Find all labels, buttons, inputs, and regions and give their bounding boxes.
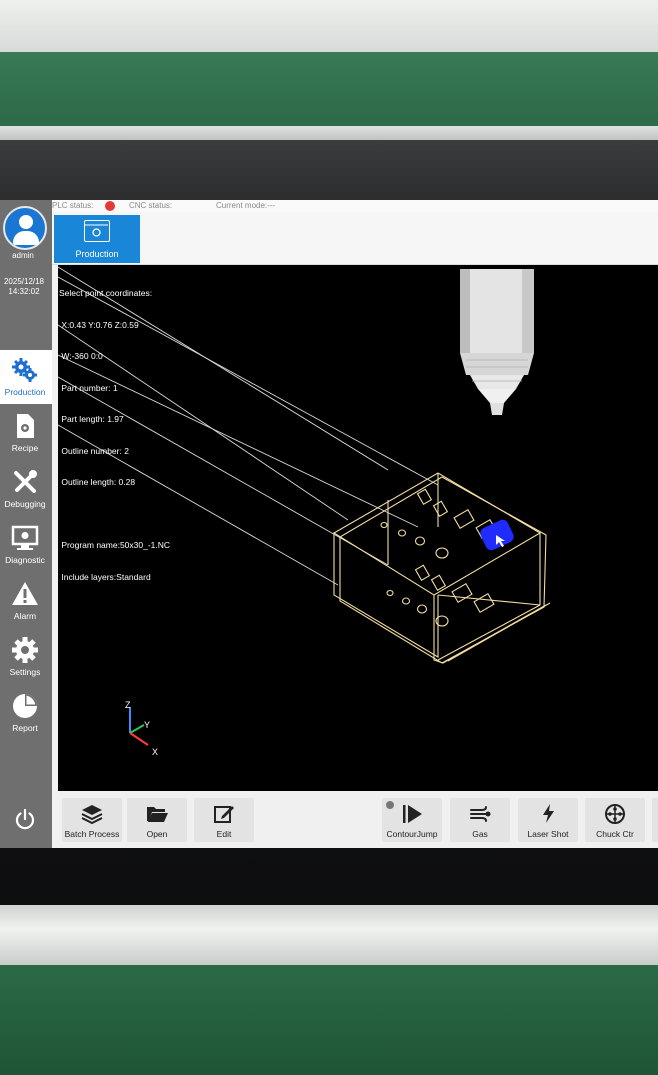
edit-label: Edit: [216, 829, 232, 839]
contour-jump-label: ContourJump: [386, 829, 438, 839]
gas-flow-icon: [470, 806, 491, 822]
laser-nozzle: [460, 269, 534, 415]
laser-shot-button[interactable]: Laser Shot: [518, 798, 578, 842]
plc-status-label: PLC status:: [52, 201, 94, 210]
nav-alarm[interactable]: Alarm: [0, 574, 52, 628]
nav-production-label: Production: [4, 387, 46, 397]
layers-icon: [81, 805, 103, 825]
monitor-top-bezel: [0, 0, 658, 52]
nav-report[interactable]: Report: [0, 686, 52, 740]
warning-icon: [12, 582, 38, 605]
info-outline-length: Outline length: 0.28: [59, 477, 136, 487]
contour-jump-indicator: [386, 801, 394, 809]
gears-icon: [12, 358, 37, 382]
chuck-center-label: Chuck Ctr: [596, 829, 634, 839]
open-button[interactable]: Open: [127, 798, 187, 842]
info-part-number: Part number: 1: [59, 382, 118, 393]
gas-button[interactable]: Gas: [450, 798, 510, 842]
bottom-toolbar: Batch Process Open Edit ContourJump Gas …: [58, 792, 658, 848]
pie-chart-icon: [13, 694, 37, 718]
clock-time: 14:32:02: [8, 287, 40, 296]
window-gear-icon: [84, 220, 110, 242]
clock-date: 2025/12/18: [3, 277, 45, 286]
selection-info-panel: Select point coordinates: X:0.43 Y:0.76 …: [59, 267, 170, 603]
current-mode-label: Current mode:---: [216, 201, 276, 210]
nav-report-label: Report: [12, 723, 38, 733]
machine-panel-bottom: [0, 965, 658, 1075]
nav-settings[interactable]: Settings: [0, 630, 52, 684]
nav-recipe-label: Recipe: [11, 443, 39, 453]
clock: 2025/12/18 14:32:02: [0, 277, 48, 297]
machine-panel-top: [0, 52, 658, 126]
edit-icon: [214, 806, 234, 823]
laser-shot-label: Laser Shot: [527, 829, 569, 839]
nav-recipe[interactable]: Recipe: [0, 406, 52, 460]
info-outline-number: Outline number: 2: [59, 445, 129, 456]
cnc-status-label: CNC status:: [129, 201, 173, 210]
info-layers: Include layers:Standard: [59, 571, 151, 582]
user-name: admin: [12, 251, 34, 260]
chuck-center-icon: [605, 804, 625, 824]
open-label: Open: [146, 829, 168, 839]
info-coordinates-xyz: X:0.43 Y:0.76 Z:0.59: [59, 319, 139, 330]
axis-z-label: Z: [125, 700, 131, 710]
nav-diagnostic[interactable]: Diagnostic: [0, 518, 52, 572]
tools-icon: [14, 470, 37, 493]
tab-production-label: Production: [75, 249, 119, 259]
part-3d-viewport[interactable]: Z Y X Select point coordinates: X:0.43 Y…: [58, 265, 658, 791]
lightning-icon: [543, 804, 554, 823]
axis-y-label: Y: [144, 720, 150, 730]
toolbar-overflow-button[interactable]: [652, 798, 658, 842]
gas-label: Gas: [472, 829, 488, 839]
play-jump-icon: [403, 805, 422, 823]
hmi-screen: admin 2025/12/18 14:32:02 Production Rec…: [0, 200, 658, 848]
plc-status-indicator: [105, 201, 115, 211]
batch-process-label: Batch Process: [64, 829, 120, 839]
edit-button[interactable]: Edit: [194, 798, 254, 842]
axis-x-label: X: [152, 747, 158, 757]
user-avatar[interactable]: [3, 206, 47, 250]
nav-production[interactable]: Production: [0, 350, 52, 404]
info-program-name: Program name:50x30_-1.NC: [59, 540, 171, 550]
tab-bar: Production: [52, 212, 658, 265]
monitor-icon: [11, 525, 39, 550]
nav-alarm-label: Alarm: [13, 611, 37, 621]
power-icon[interactable]: [14, 808, 36, 830]
tab-production[interactable]: Production: [54, 215, 140, 263]
gear-icon: [12, 637, 38, 663]
folder-icon: [147, 807, 168, 822]
nav-diagnostic-label: Diagnostic: [5, 555, 45, 565]
info-coordinates-w: W:-360 0:0: [59, 351, 103, 361]
monitor-frame-bottom: [0, 905, 658, 965]
info-select-point: Select point coordinates:: [59, 288, 153, 298]
nav-settings-label: Settings: [9, 667, 41, 677]
info-part-length: Part length: 1.97: [59, 414, 124, 424]
recipe-file-icon: [17, 414, 34, 438]
sidebar: admin 2025/12/18 14:32:02 Production Rec…: [0, 200, 52, 848]
nav-debugging[interactable]: Debugging: [0, 462, 52, 516]
nav-debugging-label: Debugging: [4, 499, 46, 509]
batch-process-button[interactable]: Batch Process: [62, 798, 122, 842]
chuck-center-button[interactable]: Chuck Ctr: [585, 798, 645, 842]
contour-jump-button[interactable]: ContourJump: [382, 798, 442, 842]
status-bar: PLC status: CNC status: Current mode:---: [52, 200, 658, 212]
monitor-frame-top: [0, 126, 658, 140]
